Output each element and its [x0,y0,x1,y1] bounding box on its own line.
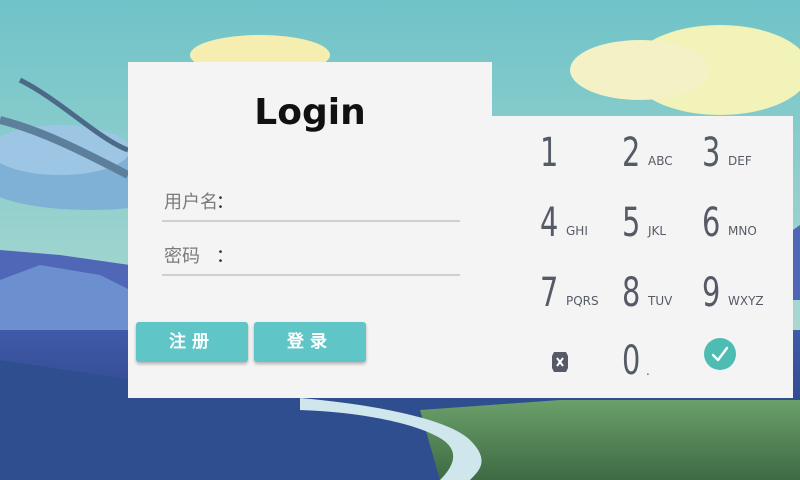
key-6[interactable]: 6 MNO [702,200,782,260]
key-letters: GHI [566,224,588,238]
password-input[interactable] [242,238,456,268]
password-label: 密码 [164,246,200,267]
key-letters: WXYZ [728,294,764,308]
key-3[interactable]: 3 DEF [702,130,782,190]
key-letters: DEF [728,154,752,168]
password-colon: ： [216,246,234,267]
key-digit: 1 [540,130,559,176]
username-colon: ： [216,192,234,213]
password-underline [162,274,460,276]
key-letters: PQRS [566,294,599,308]
login-panel: Login 用户名 ： 密码 ： 注册 登录 [128,62,492,398]
key-2[interactable]: 2 ABC [622,130,702,190]
login-button[interactable]: 登录 [254,322,366,362]
key-letters: JKL [648,224,667,238]
username-input[interactable] [242,184,456,214]
key-letters: MNO [728,224,757,238]
username-field[interactable]: 用户名 ： [162,182,462,222]
checkmark-icon [711,346,729,362]
key-letters: . [646,364,650,378]
backspace-icon[interactable] [550,350,570,374]
key-letters: ABC [648,154,673,168]
confirm-button[interactable] [704,338,736,370]
key-digit: 0 [622,338,641,384]
key-5[interactable]: 5 JKL [622,200,702,260]
username-label: 用户名 [164,192,218,213]
key-1[interactable]: 1 [540,130,620,190]
key-0[interactable]: 0 . [622,338,702,398]
key-digit: 8 [622,270,641,316]
key-9[interactable]: 9 WXYZ [702,270,782,330]
key-digit: 4 [540,200,559,246]
key-8[interactable]: 8 TUV [622,270,702,330]
login-title: Login [254,92,366,133]
key-digit: 3 [702,130,721,176]
key-digit: 2 [622,130,641,176]
key-digit: 5 [622,200,641,246]
key-4[interactable]: 4 GHI [540,200,620,260]
register-button[interactable]: 注册 [136,322,248,362]
key-digit: 6 [702,200,721,246]
username-underline [162,220,460,222]
password-field[interactable]: 密码 ： [162,236,462,276]
key-letters: TUV [648,294,673,308]
key-digit: 9 [702,270,721,316]
key-digit: 7 [540,270,559,316]
key-7[interactable]: 7 PQRS [540,270,620,330]
numeric-keypad: 1 2 ABC 3 DEF 4 GHI 5 JKL 6 MNO 7 PQRS 8… [492,116,793,398]
